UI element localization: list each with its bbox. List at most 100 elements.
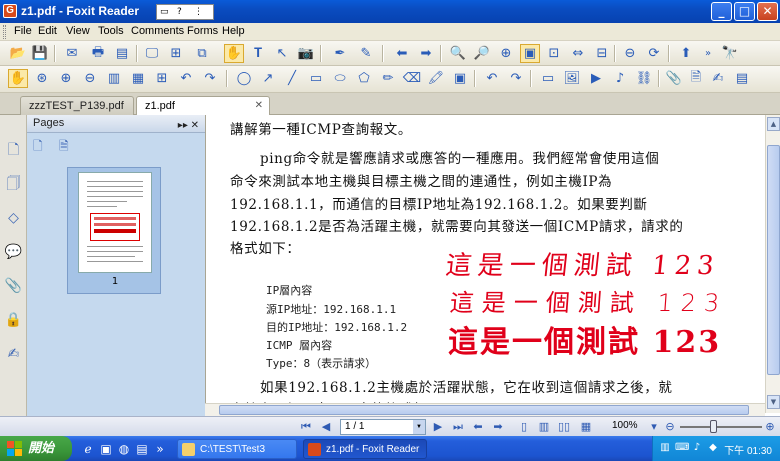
tab-close-icon[interactable]: ✕ [255, 97, 263, 115]
zoom-slider[interactable] [680, 420, 762, 433]
security-icon[interactable]: 🔒 [4, 311, 23, 330]
forward-icon[interactable]: ➡ [416, 44, 436, 63]
zoom-in-icon[interactable]: ⊕ [762, 419, 778, 435]
menu-file[interactable]: File [14, 25, 32, 37]
hand-tool-icon[interactable]: ✋ [8, 69, 28, 88]
task-foxit[interactable]: z1.pdf - Foxit Reader [303, 439, 427, 459]
undo-icon[interactable]: ↶ [176, 69, 196, 88]
pencil-tool-icon[interactable]: ✏ [378, 69, 398, 88]
comments-icon[interactable]: 💬 [4, 243, 23, 262]
zoom-level[interactable]: 100% [612, 420, 638, 431]
back-view-icon[interactable]: ⬅ [470, 419, 486, 435]
update-icon[interactable]: ⬆ [676, 44, 696, 63]
single-page-icon[interactable]: ▯ [516, 419, 532, 435]
rotate-icon[interactable]: ⟳ [644, 44, 664, 63]
minimize-button[interactable]: _ [711, 2, 732, 21]
zoom-plus-icon[interactable]: ⊕ [56, 69, 76, 88]
page-zoom-icon[interactable]: 🗎 [59, 137, 75, 153]
rectangle-tool-icon[interactable]: ▭ [306, 69, 326, 88]
page-number-input[interactable]: 1 / 1 ▼ [340, 419, 426, 435]
export-icon[interactable]: ▤ [112, 44, 132, 63]
split-icon[interactable]: ⧉ [192, 44, 212, 63]
line-tool-icon[interactable]: ╱ [282, 69, 302, 88]
attachments-icon[interactable]: 📎 [4, 277, 23, 296]
show-desktop-icon[interactable]: ▣ [98, 441, 114, 457]
sign-icon[interactable]: ✍ [708, 69, 728, 88]
back-icon[interactable]: ⬅ [392, 44, 412, 63]
zoom-tool-icon[interactable]: ⊕ [496, 44, 516, 63]
panel-controls-icon[interactable]: ▸▸ ✕ [178, 117, 199, 134]
layers-icon[interactable]: ◇ [4, 209, 23, 228]
typewriter-icon[interactable]: ✎ [356, 44, 376, 63]
file-attach-icon[interactable]: 🗎 [686, 69, 706, 88]
tab-z1[interactable]: z1.pdf ✕ [136, 96, 270, 116]
layout-icon[interactable]: ⊞ [166, 44, 186, 63]
signatures-icon[interactable]: ✍ [4, 345, 23, 364]
page-thumbnail[interactable] [78, 172, 152, 273]
network-icon[interactable]: ▥ [659, 442, 671, 454]
task-explorer[interactable]: C:\TEST\Test3 [177, 439, 297, 459]
handwritten-annotation-1[interactable]: 這是一個測試 123 [444, 245, 722, 282]
scroll-up-icon[interactable]: ▲ [767, 117, 780, 131]
ime-help-icon[interactable]: ? [177, 7, 189, 17]
redo-annot-icon[interactable]: ↷ [506, 69, 526, 88]
ime-keyboard-icon[interactable]: ▭ [160, 7, 172, 17]
menubar-grip[interactable] [3, 25, 6, 39]
movie-icon[interactable]: ▶ [586, 69, 606, 88]
hand-tool-icon[interactable]: ✋ [224, 44, 244, 63]
horizontal-scroll-thumb[interactable] [219, 405, 749, 415]
document-view[interactable]: 講解第一種ICMP查詢報文。 ping命令就是響應請求或應答的一種應用。我們經常… [205, 115, 765, 413]
page-options-icon[interactable]: 🗋 [33, 137, 49, 153]
thumbnail-icon[interactable]: ▦ [128, 69, 148, 88]
attach-icon[interactable]: 📎 [664, 69, 684, 88]
ime-tray-icon[interactable]: ⌨ [675, 442, 689, 454]
continuous-facing-icon[interactable]: ▦ [578, 419, 594, 435]
close-button[interactable]: ✕ [757, 2, 778, 21]
zoom-out-icon[interactable]: ⊖ [620, 44, 640, 63]
fit-visible-icon[interactable]: ⊟ [592, 44, 612, 63]
next-page-icon[interactable]: ▶ [430, 419, 446, 435]
vertical-scroll-thumb[interactable] [767, 145, 780, 375]
actual-size-icon[interactable]: ▣ [520, 44, 540, 63]
menu-edit[interactable]: Edit [38, 25, 57, 37]
handwritten-annotation-2[interactable]: 這是一個測試 123 [449, 283, 729, 318]
zoom-area-icon[interactable]: 🔎 [472, 44, 492, 63]
first-page-icon[interactable]: ⏮ [298, 419, 314, 435]
foxit-app-icon[interactable]: G [3, 4, 17, 18]
select-arrow-icon[interactable]: ↖ [272, 44, 292, 63]
toolbar-overflow-icon[interactable]: » [698, 44, 718, 63]
bookmarks-icon[interactable]: 🗋 [4, 141, 23, 160]
form-icon[interactable]: ▤ [732, 69, 752, 88]
fullscreen-icon[interactable]: 🖵 [142, 44, 162, 63]
vertical-scrollbar[interactable]: ▲ ▼ [765, 115, 780, 413]
zoom-dropdown-icon[interactable]: ▾ [646, 419, 662, 435]
clock[interactable]: 下午 01:30 [724, 442, 772, 457]
volume-icon[interactable]: ♪ [691, 442, 703, 454]
tab-zzztest[interactable]: zzzTEST_P139.pdf [20, 96, 134, 115]
pen-icon[interactable]: ✒ [330, 44, 350, 63]
menu-comments[interactable]: Comments [131, 25, 184, 37]
email-icon[interactable]: ✉ [62, 44, 82, 63]
save-icon[interactable]: 💾 [30, 44, 50, 63]
scroll-down-icon[interactable]: ▼ [767, 395, 780, 409]
handwritten-annotation-3[interactable]: 這是一個測試 123 [448, 317, 721, 361]
circle-tool-icon[interactable]: ◯ [234, 69, 254, 88]
page-thumbnail-selected[interactable]: 1 [67, 167, 161, 294]
select-icon[interactable]: ⊛ [32, 69, 52, 88]
select-text-icon[interactable]: 𝐓 [248, 44, 268, 63]
last-page-icon[interactable]: ⏭ [450, 419, 466, 435]
fit-width-icon[interactable]: ⇔ [568, 44, 588, 63]
menu-view[interactable]: View [66, 25, 90, 37]
ie-icon[interactable]: ℯ [80, 441, 96, 457]
quicklaunch-folder-icon[interactable]: ▤ [134, 441, 150, 457]
quicklaunch-app-icon[interactable]: ◍ [116, 441, 132, 457]
open-icon[interactable]: 📂 [8, 44, 28, 63]
print-icon[interactable]: 🖶 [88, 44, 108, 63]
snapshot-icon[interactable]: 📷 [296, 44, 316, 63]
polygon-tool-icon[interactable]: ⬠ [354, 69, 374, 88]
ime-toolbar[interactable]: ▭ ? ⋮ [156, 4, 214, 20]
zoom-in-icon[interactable]: 🔍 [448, 44, 468, 63]
horizontal-scrollbar[interactable] [205, 403, 765, 416]
maximize-button[interactable]: □ [734, 2, 755, 21]
ime-options-icon[interactable]: ⋮ [194, 7, 206, 17]
